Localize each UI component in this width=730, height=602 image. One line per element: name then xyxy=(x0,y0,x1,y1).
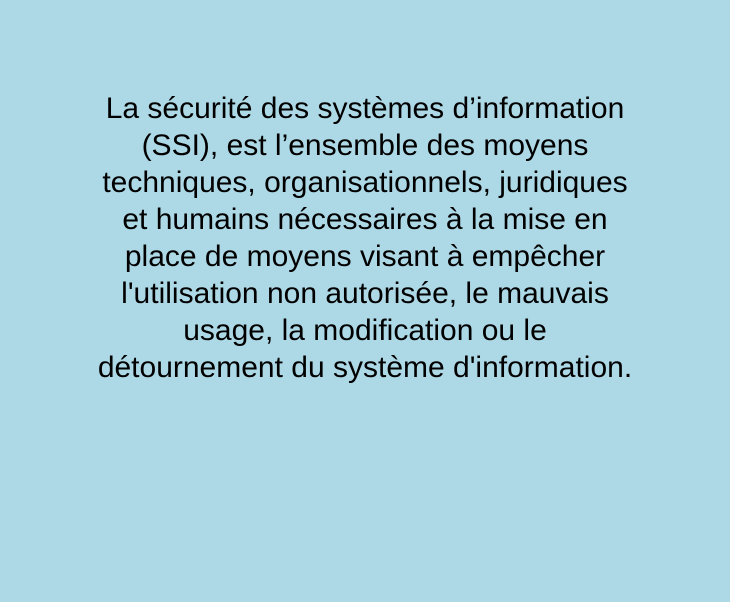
definition-line-1: La sécurité des systèmes d’information xyxy=(105,92,625,125)
definition-line-3: techniques, organisationnels, juridiques xyxy=(102,166,628,199)
ssi-definition-text: La sécurité des systèmes d’information (… xyxy=(30,90,700,386)
definition-line-4: et humains nécessaires à la mise en xyxy=(122,203,608,236)
definition-line-6: l'utilisation non autorisée, le mauvais xyxy=(121,277,609,310)
definition-line-2: (SSI), est l’ensemble des moyens xyxy=(141,129,589,162)
slide: La sécurité des systèmes d’information (… xyxy=(0,0,730,602)
definition-line-5: place de moyens visant à empêcher xyxy=(124,240,606,273)
definition-line-8: détournement du système d'information. xyxy=(97,351,633,384)
definition-line-7: usage, la modification ou le xyxy=(183,314,547,347)
